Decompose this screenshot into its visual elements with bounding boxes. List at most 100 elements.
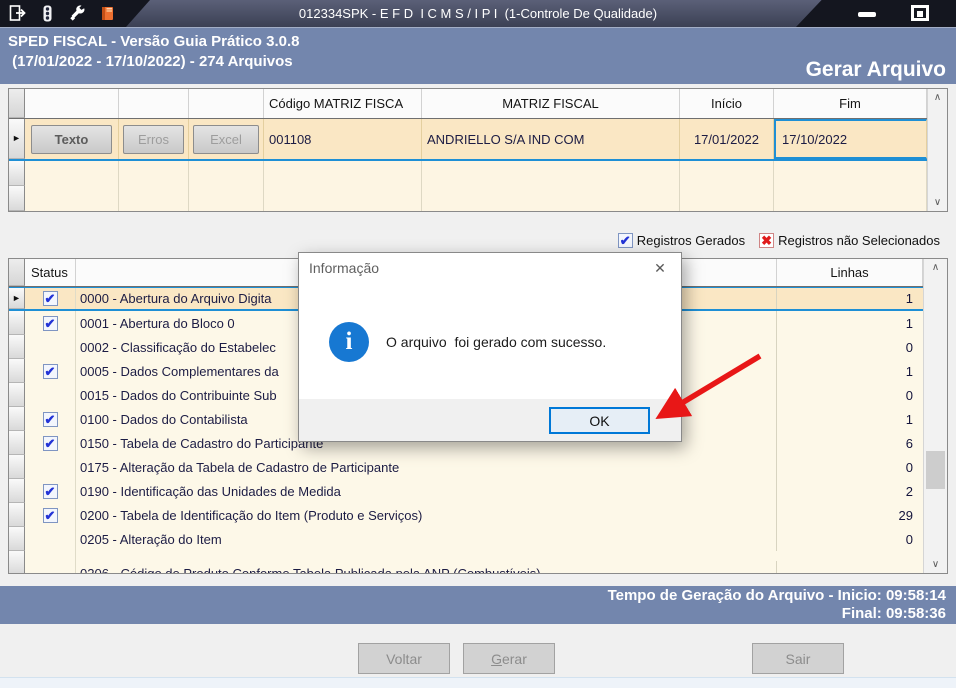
app-header: SPED FISCAL - Versão Guia Prático 3.0.8 … — [0, 27, 956, 84]
page-title: Gerar Arquivo — [805, 58, 946, 81]
column-header-erros[interactable] — [119, 89, 189, 118]
period-subtitle: (17/01/2022 - 17/10/2022) - 274 Arquivos — [8, 53, 293, 70]
sair-button[interactable]: Sair — [752, 643, 844, 674]
record-linhas: 1 — [905, 411, 913, 427]
record-desc: 0175 - Alteração da Tabela de Cadastro d… — [76, 455, 777, 479]
column-header-codigo[interactable]: Código MATRIZ FISCA — [264, 89, 422, 118]
row-selector-cell[interactable] — [9, 311, 25, 335]
blue-check-icon: ✔ — [42, 315, 58, 331]
erros-button[interactable]: Erros — [123, 124, 184, 154]
records-grid-scrollbar[interactable]: ∧ ∨ — [923, 259, 947, 573]
file-row[interactable]: ► Texto Erros Excel 001108 ANDRIELLO S/A… — [9, 119, 947, 161]
record-linhas: 1 — [905, 291, 913, 306]
record-row[interactable]: ✔ 0200 - Tabela de Identificação do Item… — [9, 503, 947, 527]
gerar-button[interactable]: Gerar — [463, 643, 555, 674]
row-selector-cell[interactable] — [9, 431, 25, 455]
red-x-icon: ✖ — [759, 233, 775, 248]
app-title: SPED FISCAL - Versão Guia Prático 3.0.8 — [8, 33, 300, 50]
generation-time-end: Final: 09:58:36 — [841, 605, 946, 622]
inicio-cell[interactable]: 17/01/2022 — [680, 119, 774, 159]
row-selector-cell[interactable] — [9, 161, 25, 186]
legend: ✔ Registros Gerados ✖ Registros não Sele… — [617, 233, 940, 248]
legend-generated-label: Registros Gerados — [636, 233, 746, 248]
blue-check-icon: ✔ — [42, 435, 58, 451]
ok-button[interactable]: OK — [549, 407, 650, 434]
titlebar: 012334SPK - E F D I C M S / I P I (1-Con… — [0, 0, 956, 27]
row-selector-cell[interactable] — [9, 383, 25, 407]
row-selector-cell[interactable] — [9, 186, 25, 211]
bottom-strip — [0, 677, 956, 688]
column-header-texto[interactable] — [25, 89, 119, 118]
record-desc: 0190 - Identificação das Unidades de Med… — [76, 479, 777, 503]
scrollbar-thumb[interactable] — [926, 451, 945, 489]
row-selector-cell[interactable]: ► — [9, 119, 25, 159]
column-header-fim[interactable]: Fim — [774, 89, 927, 118]
corner-cell — [9, 89, 25, 118]
row-selector-cell[interactable] — [9, 503, 25, 527]
record-linhas: 1 — [905, 363, 913, 379]
blue-check-icon: ✔ — [42, 291, 58, 306]
blue-check-icon: ✔ — [42, 507, 58, 523]
scroll-up-icon[interactable]: ∧ — [928, 89, 947, 106]
column-header-status[interactable]: Status — [25, 259, 76, 286]
record-desc: 0205 - Alteração do Item — [76, 527, 777, 551]
row-selector-cell[interactable] — [9, 455, 25, 479]
row-selector-cell[interactable] — [9, 407, 25, 431]
record-linhas: 0 — [905, 339, 913, 355]
legend-generated: ✔ Registros Gerados — [617, 233, 746, 248]
files-grid: Código MATRIZ FISCA MATRIZ FISCAL Início… — [8, 88, 948, 212]
record-linhas: 29 — [898, 507, 913, 523]
app-window: 012334SPK - E F D I C M S / I P I (1-Con… — [0, 0, 956, 688]
excel-button[interactable]: Excel — [193, 124, 259, 154]
record-desc: 0206 - Código de Produto Conforme Tabela… — [76, 561, 777, 573]
column-header-excel[interactable] — [189, 89, 264, 118]
fim-cell-focused[interactable]: 17/10/2022 — [774, 119, 927, 159]
blue-check-icon: ✔ — [42, 411, 58, 427]
record-linhas: 0 — [905, 387, 913, 403]
generation-time-start: Tempo de Geração do Arquivo - Inicio: 09… — [607, 587, 946, 604]
current-row-indicator: ► — [12, 292, 21, 303]
dialog-footer: OK — [299, 399, 681, 441]
codigo-cell[interactable]: 001108 — [264, 119, 422, 159]
record-desc: 0200 - Tabela de Identificação do Item (… — [76, 503, 777, 527]
current-row-indicator: ► — [12, 133, 21, 143]
files-grid-scrollbar[interactable]: ∧ ∨ — [927, 89, 947, 211]
row-selector-cell[interactable] — [9, 479, 25, 503]
record-linhas: 0 — [905, 531, 913, 547]
record-row[interactable]: ✔ 0205 - Alteração do Item 0 — [9, 527, 947, 551]
row-selector-cell[interactable] — [9, 551, 25, 573]
scroll-down-icon[interactable]: ∨ — [928, 194, 947, 211]
column-header-matriz[interactable]: MATRIZ FISCAL — [422, 89, 680, 118]
column-header-linhas[interactable]: Linhas — [777, 259, 923, 286]
close-icon[interactable]: ✕ — [639, 253, 681, 283]
status-bar: Tempo de Geração do Arquivo - Inicio: 09… — [0, 586, 956, 624]
record-linhas: 1 — [905, 315, 913, 331]
blue-check-icon: ✔ — [42, 363, 58, 379]
row-selector-cell[interactable] — [9, 359, 25, 383]
window-controls-area — [796, 0, 956, 27]
corner-cell — [9, 259, 25, 286]
record-linhas: 0 — [905, 459, 913, 475]
scroll-up-icon[interactable]: ∧ — [924, 259, 947, 276]
row-selector-cell[interactable] — [9, 335, 25, 359]
dialog-titlebar[interactable]: Informação ✕ — [299, 253, 681, 283]
row-selector-cell[interactable]: ► — [9, 288, 25, 309]
record-row[interactable]: ✔ 0206 - Código de Produto Conforme Tabe… — [9, 551, 947, 573]
dialog-title: Informação — [309, 260, 380, 276]
record-linhas — [777, 551, 923, 573]
column-header-inicio[interactable]: Início — [680, 89, 774, 118]
texto-button[interactable]: Texto — [30, 124, 113, 154]
blue-check-icon: ✔ — [42, 483, 58, 499]
minimize-icon[interactable] — [858, 12, 876, 17]
record-linhas: 2 — [905, 483, 913, 499]
record-linhas: 6 — [905, 435, 913, 451]
record-row[interactable]: ✔ 0175 - Alteração da Tabela de Cadastro… — [9, 455, 947, 479]
blue-check-icon: ✔ — [617, 233, 633, 248]
scroll-down-icon[interactable]: ∨ — [924, 556, 947, 573]
maximize-icon[interactable] — [911, 5, 929, 21]
row-selector-cell[interactable] — [9, 527, 25, 551]
legend-not-selected-label: Registros não Selecionados — [778, 233, 940, 248]
voltar-button[interactable]: Voltar — [358, 643, 450, 674]
matriz-cell[interactable]: ANDRIELLO S/A IND COM — [422, 119, 680, 159]
record-row[interactable]: ✔ 0190 - Identificação das Unidades de M… — [9, 479, 947, 503]
